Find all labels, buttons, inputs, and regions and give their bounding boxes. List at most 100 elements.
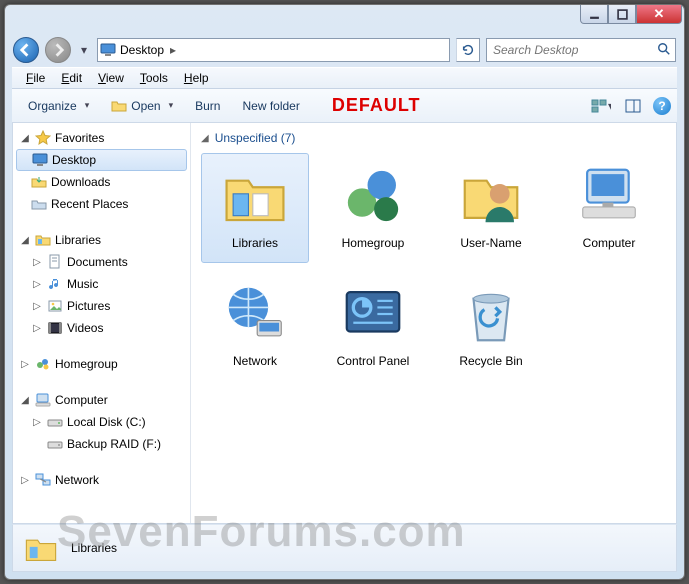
details-pane: Libraries bbox=[12, 524, 677, 572]
sidebar-item-desktop[interactable]: Desktop bbox=[16, 149, 187, 171]
sidebar-item-downloads[interactable]: Downloads bbox=[13, 171, 190, 193]
expand-icon: ▷ bbox=[31, 257, 43, 268]
menu-file[interactable]: File bbox=[18, 69, 53, 87]
close-button[interactable]: ✕ bbox=[636, 5, 682, 24]
expand-icon: ▷ bbox=[31, 417, 43, 428]
homegroup-icon bbox=[35, 356, 51, 372]
item-control-panel[interactable]: Control Panel bbox=[319, 271, 427, 381]
desktop-icon bbox=[100, 42, 116, 58]
maximize-button[interactable] bbox=[608, 5, 636, 24]
homegroup-icon bbox=[337, 160, 409, 232]
libraries-group: ◢ Libraries ▷Documents ▷Music ▷Pictures … bbox=[13, 229, 190, 339]
network-label: Network bbox=[55, 473, 99, 487]
collapse-icon: ◢ bbox=[201, 133, 209, 144]
menu-edit[interactable]: Edit bbox=[53, 69, 90, 87]
control-panel-icon bbox=[337, 278, 409, 350]
network-header[interactable]: ▷ Network bbox=[13, 469, 190, 491]
drive-icon bbox=[47, 414, 63, 430]
pictures-icon bbox=[47, 298, 63, 314]
back-button[interactable] bbox=[13, 37, 39, 63]
view-options-button[interactable]: ▾ bbox=[589, 95, 613, 117]
favorites-label: Favorites bbox=[55, 131, 104, 145]
group-header[interactable]: ◢ Unspecified (7) bbox=[201, 129, 666, 153]
search-icon bbox=[657, 42, 671, 59]
breadcrumb-separator[interactable]: ▸ bbox=[168, 43, 178, 57]
content-pane: ◢ Unspecified (7) Libraries Homegroup Us… bbox=[191, 123, 676, 523]
homegroup-group: ▷Homegroup bbox=[13, 353, 190, 375]
recent-icon bbox=[31, 196, 47, 212]
default-annotation: DEFAULT bbox=[332, 95, 421, 116]
documents-icon bbox=[47, 254, 63, 270]
new-folder-button[interactable]: New folder bbox=[232, 95, 309, 117]
collapse-icon: ◢ bbox=[19, 133, 31, 144]
item-libraries[interactable]: Libraries bbox=[201, 153, 309, 263]
item-computer[interactable]: Computer bbox=[555, 153, 663, 263]
nav-pane: ◢ Favorites Desktop Downloads Recent Pla… bbox=[13, 123, 191, 523]
forward-button[interactable] bbox=[45, 37, 71, 63]
preview-pane-button[interactable] bbox=[621, 95, 645, 117]
item-user[interactable]: User-Name bbox=[437, 153, 545, 263]
toolbar-right: ▾ ? bbox=[589, 95, 671, 117]
videos-icon bbox=[47, 320, 63, 336]
svg-text:▾: ▾ bbox=[608, 99, 611, 113]
sidebar-item-videos[interactable]: ▷Videos bbox=[13, 317, 190, 339]
favorites-header[interactable]: ◢ Favorites bbox=[13, 127, 190, 149]
address-bar[interactable]: Desktop ▸ bbox=[97, 38, 450, 62]
sidebar-item-label: Desktop bbox=[52, 153, 96, 167]
breadcrumb-desktop[interactable]: Desktop bbox=[116, 39, 168, 61]
minimize-button[interactable] bbox=[580, 5, 608, 24]
menu-tools[interactable]: Tools bbox=[132, 69, 176, 87]
homegroup-header[interactable]: ▷Homegroup bbox=[13, 353, 190, 375]
icon-grid: Libraries Homegroup User-Name Computer N bbox=[201, 153, 666, 381]
libraries-header[interactable]: ◢ Libraries bbox=[13, 229, 190, 251]
favorites-group: ◢ Favorites Desktop Downloads Recent Pla… bbox=[13, 127, 190, 215]
nav-history-button[interactable]: ▾ bbox=[77, 39, 91, 61]
expand-icon: ▷ bbox=[19, 475, 31, 486]
sidebar-item-backup-raid[interactable]: Backup RAID (F:) bbox=[13, 433, 190, 455]
sidebar-item-local-disk[interactable]: ▷Local Disk (C:) bbox=[13, 411, 190, 433]
sidebar-item-recent-places[interactable]: Recent Places bbox=[13, 193, 190, 215]
libraries-icon bbox=[219, 160, 291, 232]
open-button[interactable]: Open bbox=[101, 94, 183, 118]
refresh-button[interactable] bbox=[456, 38, 480, 62]
folder-open-icon bbox=[111, 98, 127, 114]
sidebar-item-label: Documents bbox=[67, 255, 128, 269]
item-recycle-bin[interactable]: Recycle Bin bbox=[437, 271, 545, 381]
item-network[interactable]: Network bbox=[201, 271, 309, 381]
item-label: Homegroup bbox=[342, 236, 405, 250]
sidebar-item-label: Backup RAID (F:) bbox=[67, 437, 161, 451]
sidebar-item-music[interactable]: ▷ Music bbox=[13, 273, 190, 295]
open-label: Open bbox=[131, 99, 160, 113]
computer-icon bbox=[35, 392, 51, 408]
item-label: Recycle Bin bbox=[459, 354, 522, 368]
item-label: Control Panel bbox=[337, 354, 410, 368]
menubar: File Edit View Tools Help bbox=[12, 67, 677, 89]
sidebar-item-documents[interactable]: ▷ Documents bbox=[13, 251, 190, 273]
sidebar-item-label: Recent Places bbox=[51, 197, 128, 211]
network-icon bbox=[35, 472, 51, 488]
libraries-icon bbox=[23, 530, 59, 566]
menu-help[interactable]: Help bbox=[176, 69, 217, 87]
details-name: Libraries bbox=[71, 541, 117, 555]
organize-button[interactable]: Organize bbox=[18, 95, 99, 117]
help-button[interactable]: ? bbox=[653, 97, 671, 115]
expand-icon: ▷ bbox=[31, 279, 43, 290]
sidebar-item-label: Music bbox=[67, 277, 98, 291]
search-box[interactable] bbox=[486, 38, 676, 62]
body: ◢ Favorites Desktop Downloads Recent Pla… bbox=[12, 123, 677, 524]
libraries-icon bbox=[35, 232, 51, 248]
network-group: ▷ Network bbox=[13, 469, 190, 491]
titlebar: ✕ bbox=[5, 5, 684, 33]
menu-view[interactable]: View bbox=[90, 69, 132, 87]
item-homegroup[interactable]: Homegroup bbox=[319, 153, 427, 263]
search-input[interactable] bbox=[493, 43, 657, 57]
computer-header[interactable]: ◢Computer bbox=[13, 389, 190, 411]
collapse-icon: ◢ bbox=[19, 395, 31, 406]
burn-button[interactable]: Burn bbox=[185, 95, 230, 117]
collapse-icon: ◢ bbox=[19, 235, 31, 246]
item-label: User-Name bbox=[460, 236, 521, 250]
explorer-window: ✕ ▾ Desktop ▸ File Edit View Tools Help … bbox=[4, 4, 685, 580]
recycle-bin-icon bbox=[455, 278, 527, 350]
sidebar-item-pictures[interactable]: ▷Pictures bbox=[13, 295, 190, 317]
sidebar-item-label: Pictures bbox=[67, 299, 110, 313]
